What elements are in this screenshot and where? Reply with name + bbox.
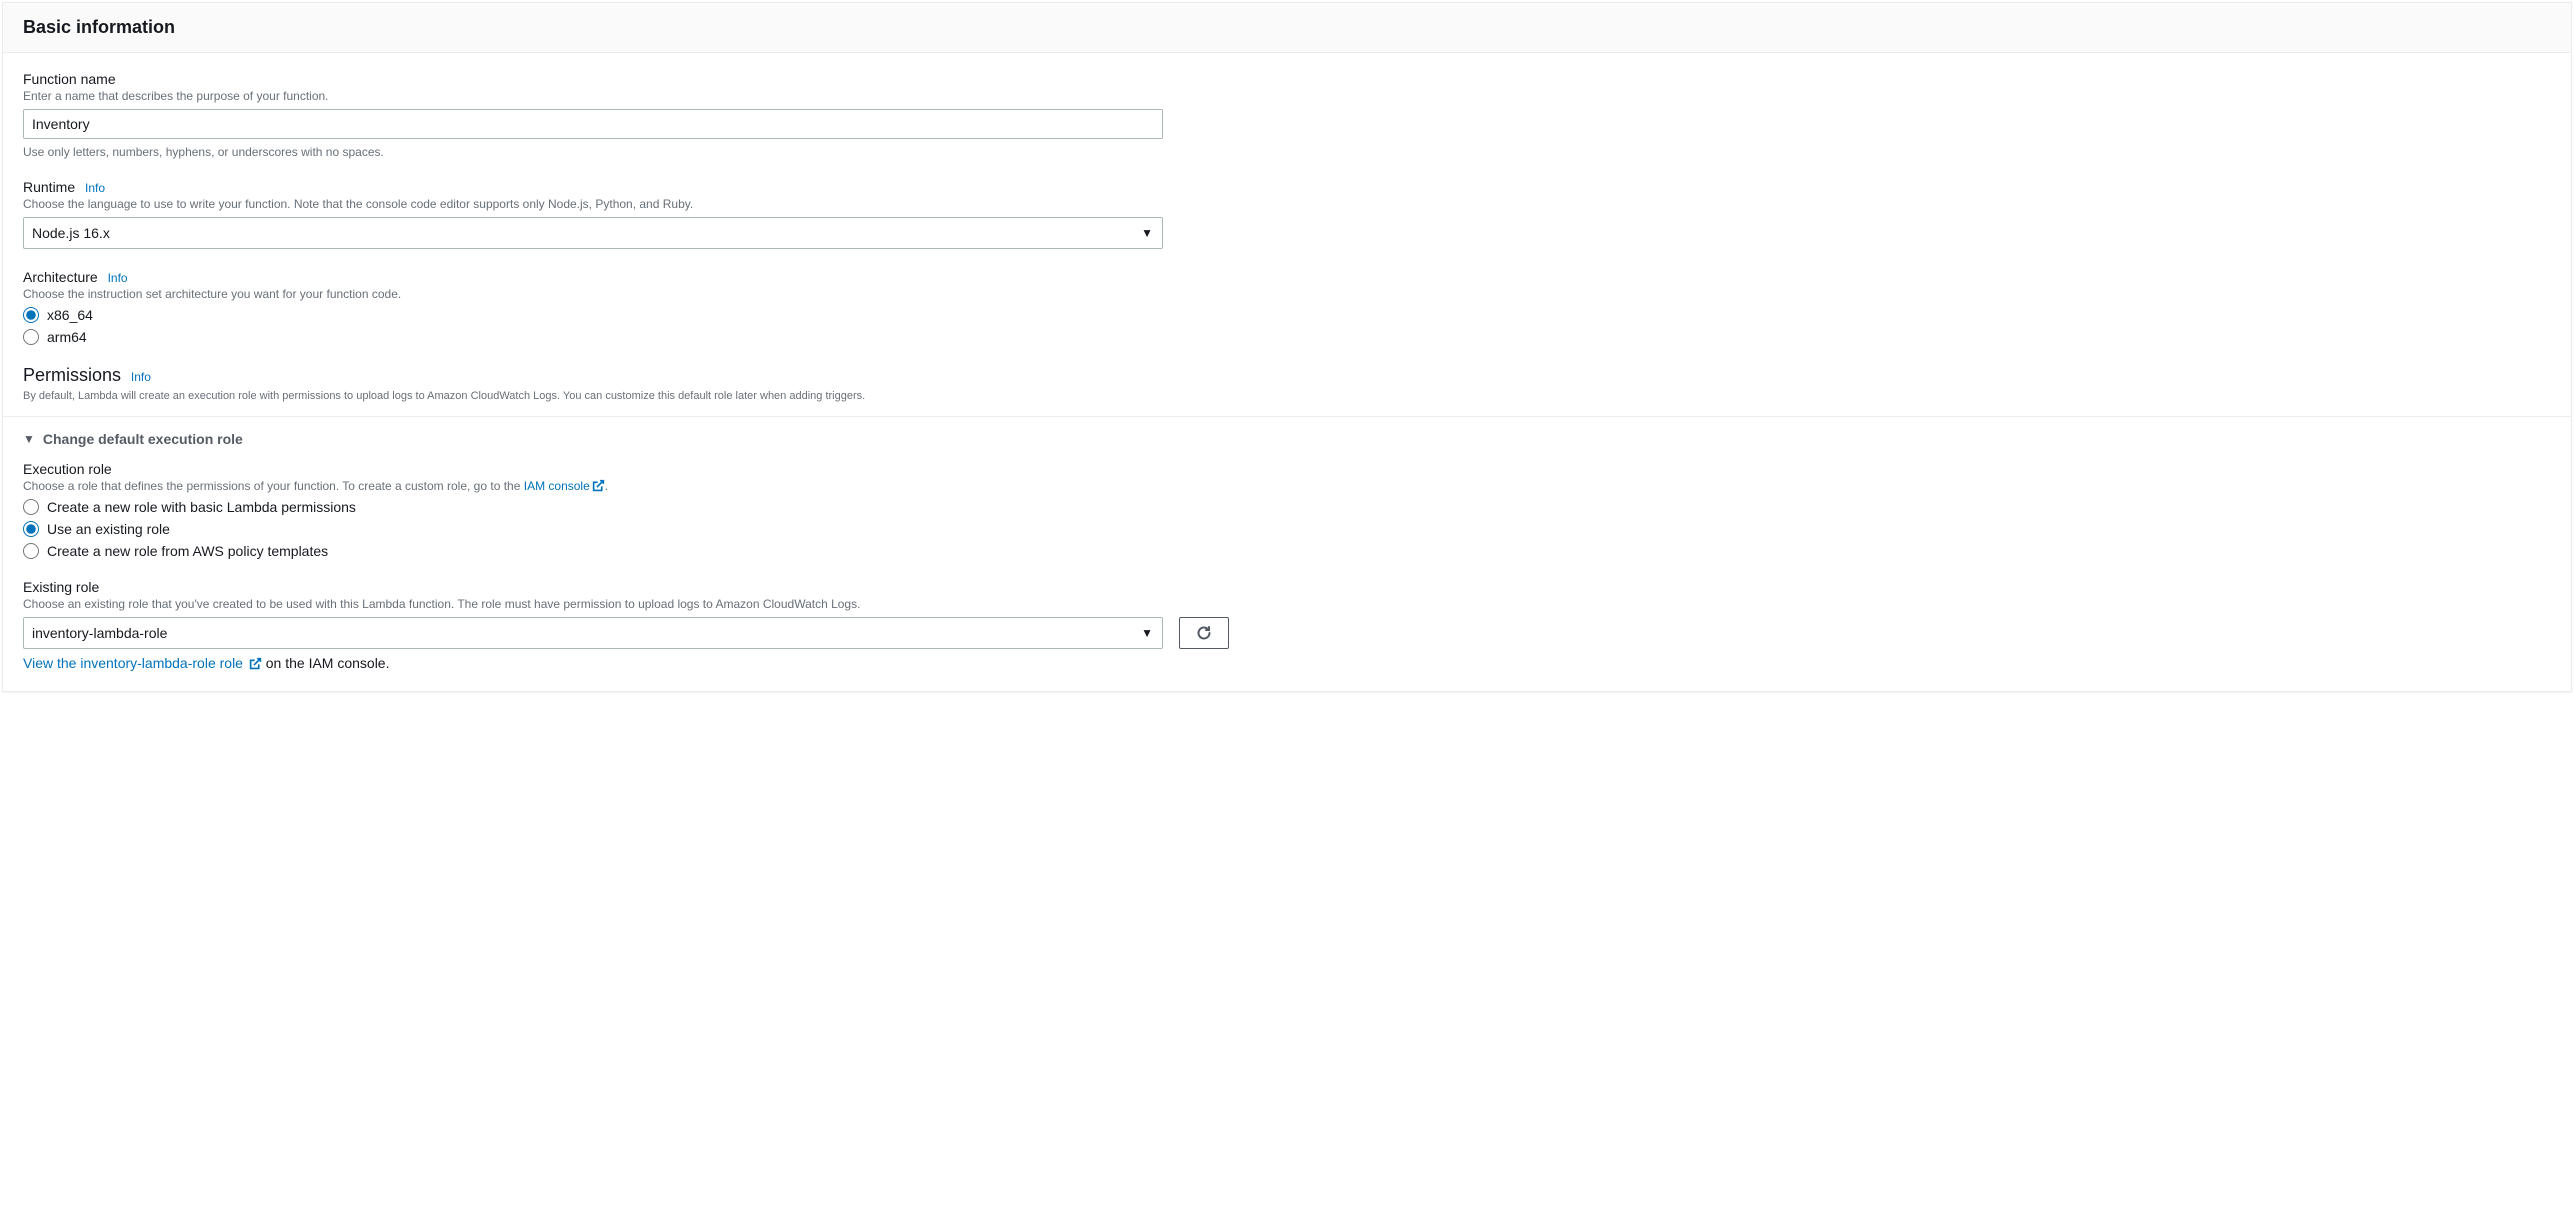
external-link-icon [592,479,605,492]
runtime-label: Runtime [23,179,75,195]
function-name-group: Function name Enter a name that describe… [23,71,2551,159]
architecture-helper: Choose the instruction set architecture … [23,287,2551,301]
refresh-icon [1196,625,1212,641]
runtime-group: Runtime Info Choose the language to use … [23,179,2551,249]
change-default-role-expander[interactable]: ▼ Change default execution role [23,431,2551,447]
view-role-row: View the inventory-lambda-role role on t… [23,655,2551,671]
function-name-label: Function name [23,71,116,87]
architecture-label: Architecture [23,269,98,285]
panel-body: Function name Enter a name that describe… [3,53,2571,691]
runtime-select[interactable]: Node.js 16.x [23,217,1163,249]
execution-role-radio-existing-label[interactable]: Use an existing role [47,521,170,537]
architecture-radio-x86-label[interactable]: x86_64 [47,307,93,323]
caret-down-icon: ▼ [23,432,35,446]
execution-role-radio-new-basic-label[interactable]: Create a new role with basic Lambda perm… [47,499,356,515]
view-role-link[interactable]: View the inventory-lambda-role role [23,655,262,671]
architecture-info-link[interactable]: Info [108,271,128,285]
execution-role-label: Execution role [23,461,112,477]
refresh-roles-button[interactable] [1179,617,1229,649]
function-name-constraint: Use only letters, numbers, hyphens, or u… [23,145,2551,159]
execution-role-group: Execution role Choose a role that define… [23,461,2551,559]
runtime-helper: Choose the language to use to write your… [23,197,2551,211]
existing-role-selected-value: inventory-lambda-role [32,625,167,641]
permissions-desc: By default, Lambda will create an execut… [23,390,2551,402]
permissions-info-link[interactable]: Info [131,370,151,384]
function-name-helper: Enter a name that describes the purpose … [23,89,2551,103]
existing-role-group: Existing role Choose an existing role th… [23,579,2551,671]
execution-role-helper: Choose a role that defines the permissio… [23,479,2551,493]
basic-information-panel: Basic information Function name Enter a … [2,2,2572,692]
architecture-radio-x86[interactable] [23,307,39,323]
permissions-label: Permissions [23,365,121,385]
function-name-input[interactable] [23,109,1163,139]
expander-label: Change default execution role [43,431,243,447]
execution-role-radio-template-label[interactable]: Create a new role from AWS policy templa… [47,543,328,559]
divider [3,416,2571,417]
panel-title: Basic information [23,17,2551,38]
permissions-group: Permissions Info By default, Lambda will… [23,365,2551,402]
architecture-radio-arm-label[interactable]: arm64 [47,329,87,345]
execution-role-radio-existing[interactable] [23,521,39,537]
existing-role-select[interactable]: inventory-lambda-role [23,617,1163,649]
execution-role-radio-template[interactable] [23,543,39,559]
panel-header: Basic information [3,3,2571,53]
architecture-group: Architecture Info Choose the instruction… [23,269,2551,345]
architecture-radio-arm[interactable] [23,329,39,345]
iam-console-link[interactable]: IAM console [524,479,605,493]
existing-role-helper: Choose an existing role that you've crea… [23,597,2551,611]
runtime-info-link[interactable]: Info [85,181,105,195]
external-link-icon [249,657,262,670]
execution-role-radio-new-basic[interactable] [23,499,39,515]
runtime-selected-value: Node.js 16.x [32,225,110,241]
existing-role-label: Existing role [23,579,99,595]
